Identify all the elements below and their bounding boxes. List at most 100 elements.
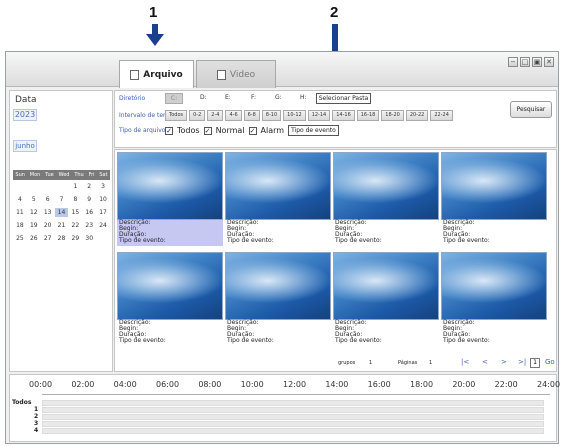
timeline-track[interactable] <box>42 407 544 413</box>
interval-button[interactable]: 14-16 <box>332 110 355 121</box>
calendar-day[interactable]: 12 <box>27 208 41 217</box>
checkbox-normal[interactable]: ✓ <box>203 126 212 135</box>
calendar-day[interactable]: 1 <box>68 182 82 191</box>
calendar-day[interactable]: 21 <box>55 221 69 230</box>
video-thumbnail[interactable] <box>225 252 331 320</box>
calendar-day[interactable]: 11 <box>13 208 27 217</box>
tab-video[interactable]: Video <box>196 60 276 88</box>
calendar-day[interactable]: 3 <box>96 182 110 191</box>
video-thumbnail[interactable] <box>441 252 547 320</box>
timeline-hour-label: 00:00 <box>29 380 53 389</box>
first-page-button[interactable]: |< <box>461 358 469 366</box>
date-panel: Data 2023 junho Sun Mon Tue Wed Thu Fri Sat 12… <box>9 90 113 372</box>
timeline-track[interactable] <box>42 400 544 406</box>
maximize-icon[interactable]: ▣ <box>532 57 542 67</box>
interval-button[interactable]: 4-6 <box>225 110 242 121</box>
calendar-day[interactable]: 28 <box>55 234 69 243</box>
select-folder-button[interactable]: Selecionar Pasta <box>316 93 371 104</box>
calendar-day[interactable]: 7 <box>55 195 69 204</box>
calendar-day[interactable]: 13 <box>41 208 55 217</box>
minimize-icon[interactable]: − <box>508 57 518 67</box>
result-item[interactable]: Descrição: Begin: Duração: Tipo de evento: <box>333 152 439 246</box>
drive-e[interactable]: E: <box>225 94 231 101</box>
restore-icon[interactable]: □ <box>520 57 530 67</box>
calendar-day[interactable]: 5 <box>27 195 41 204</box>
event-type-button[interactable]: Tipo de evento <box>288 125 339 136</box>
calendar-day[interactable]: 20 <box>41 221 55 230</box>
calendar-day[interactable]: 25 <box>13 234 27 243</box>
calendar-day[interactable]: 26 <box>27 234 41 243</box>
calendar-day[interactable]: 8 <box>68 195 82 204</box>
result-item[interactable]: Descrição: Begin: Duração: Tipo de evento: <box>441 152 547 246</box>
interval-button[interactable]: 8-10 <box>261 110 282 121</box>
video-thumbnail[interactable] <box>117 152 223 220</box>
drive-d[interactable]: D: <box>200 94 207 101</box>
result-item[interactable]: Descrição: Begin: Duração: Tipo de evento: <box>117 152 223 246</box>
calendar-day[interactable]: 24 <box>96 221 110 230</box>
search-button[interactable]: Pesquisar <box>510 101 552 118</box>
result-item[interactable]: Descrição: Begin: Duração: Tipo de evento: <box>333 252 439 346</box>
calendar-day[interactable]: 9 <box>82 195 96 204</box>
calendar-day[interactable]: 4 <box>13 195 27 204</box>
interval-button[interactable]: 18-20 <box>381 110 404 121</box>
calendar-day[interactable]: 19 <box>27 221 41 230</box>
drive-h[interactable]: H: <box>300 94 307 101</box>
calendar-empty <box>27 182 41 191</box>
file-icon <box>130 69 140 80</box>
calendar-day[interactable]: 16 <box>82 208 96 217</box>
go-button[interactable]: Go <box>545 358 555 366</box>
tab-arquivo-label: Arquivo <box>143 69 183 80</box>
checkbox-todos[interactable]: ✓ <box>165 126 173 135</box>
interval-button[interactable]: 2-4 <box>207 110 224 121</box>
calendar-day[interactable]: 15 <box>68 208 82 217</box>
interval-button[interactable]: 10-12 <box>283 110 306 121</box>
timeline-track[interactable] <box>42 421 544 427</box>
interval-button[interactable]: 20-22 <box>405 110 429 121</box>
prev-page-button[interactable]: < <box>482 358 488 366</box>
month-selector[interactable]: junho <box>13 140 37 152</box>
timeline-hour-label: 02:00 <box>71 380 95 389</box>
last-page-button[interactable]: >| <box>518 358 526 366</box>
drive-f[interactable]: F: <box>251 94 256 101</box>
calendar-day[interactable]: 14 <box>54 208 69 217</box>
next-page-button[interactable]: > <box>501 358 507 366</box>
result-item[interactable]: Descrição: Begin: Duração: Tipo de evento: <box>441 252 547 346</box>
result-meta: Descrição: Begin: Duração: Tipo de evento: <box>441 320 547 346</box>
interval-button[interactable]: 12-14 <box>307 110 331 121</box>
calendar-day[interactable]: 18 <box>13 221 27 230</box>
interval-button[interactable]: 0-2 <box>189 110 206 121</box>
result-item[interactable]: Descrição: Begin: Duração: Tipo de evento: <box>225 152 331 246</box>
calendar-day[interactable]: 23 <box>82 221 96 230</box>
interval-button[interactable]: 22-24 <box>430 110 453 121</box>
video-thumbnail[interactable] <box>117 252 223 320</box>
drive-g[interactable]: G: <box>275 94 282 101</box>
interval-button[interactable]: 6-8 <box>243 110 260 121</box>
drive-c[interactable]: C: <box>165 93 183 104</box>
checkbox-normal-label: Normal <box>215 126 245 135</box>
page-number-input[interactable]: 1 <box>530 358 540 368</box>
timeline-track[interactable] <box>42 414 544 420</box>
video-thumbnail[interactable] <box>333 252 439 320</box>
calendar-day[interactable]: 6 <box>41 195 55 204</box>
calendar-day[interactable]: 22 <box>68 221 82 230</box>
result-item[interactable]: Descrição: Begin: Duração: Tipo de evento: <box>117 252 223 346</box>
video-thumbnail[interactable] <box>441 152 547 220</box>
calendar-day[interactable]: 29 <box>68 234 82 243</box>
video-thumbnail[interactable] <box>225 152 331 220</box>
timeline-row-label: 1 <box>34 406 39 413</box>
calendar-day[interactable]: 2 <box>82 182 96 191</box>
calendar-empty <box>41 182 55 191</box>
calendar-day[interactable]: 27 <box>41 234 55 243</box>
tab-arquivo[interactable]: Arquivo <box>119 60 194 88</box>
close-icon[interactable]: ✕ <box>544 57 554 67</box>
video-thumbnail[interactable] <box>333 152 439 220</box>
checkbox-alarm[interactable]: ✓ <box>248 126 257 135</box>
year-selector[interactable]: 2023 <box>13 109 37 121</box>
result-item[interactable]: Descrição: Begin: Duração: Tipo de evento: <box>225 252 331 346</box>
interval-button[interactable]: 16-18 <box>356 110 380 121</box>
calendar-day[interactable]: 17 <box>96 208 110 217</box>
timeline-track[interactable] <box>42 428 544 434</box>
calendar-day[interactable]: 10 <box>96 195 110 204</box>
calendar-day[interactable]: 30 <box>82 234 96 243</box>
interval-button[interactable]: Todos <box>165 110 188 121</box>
